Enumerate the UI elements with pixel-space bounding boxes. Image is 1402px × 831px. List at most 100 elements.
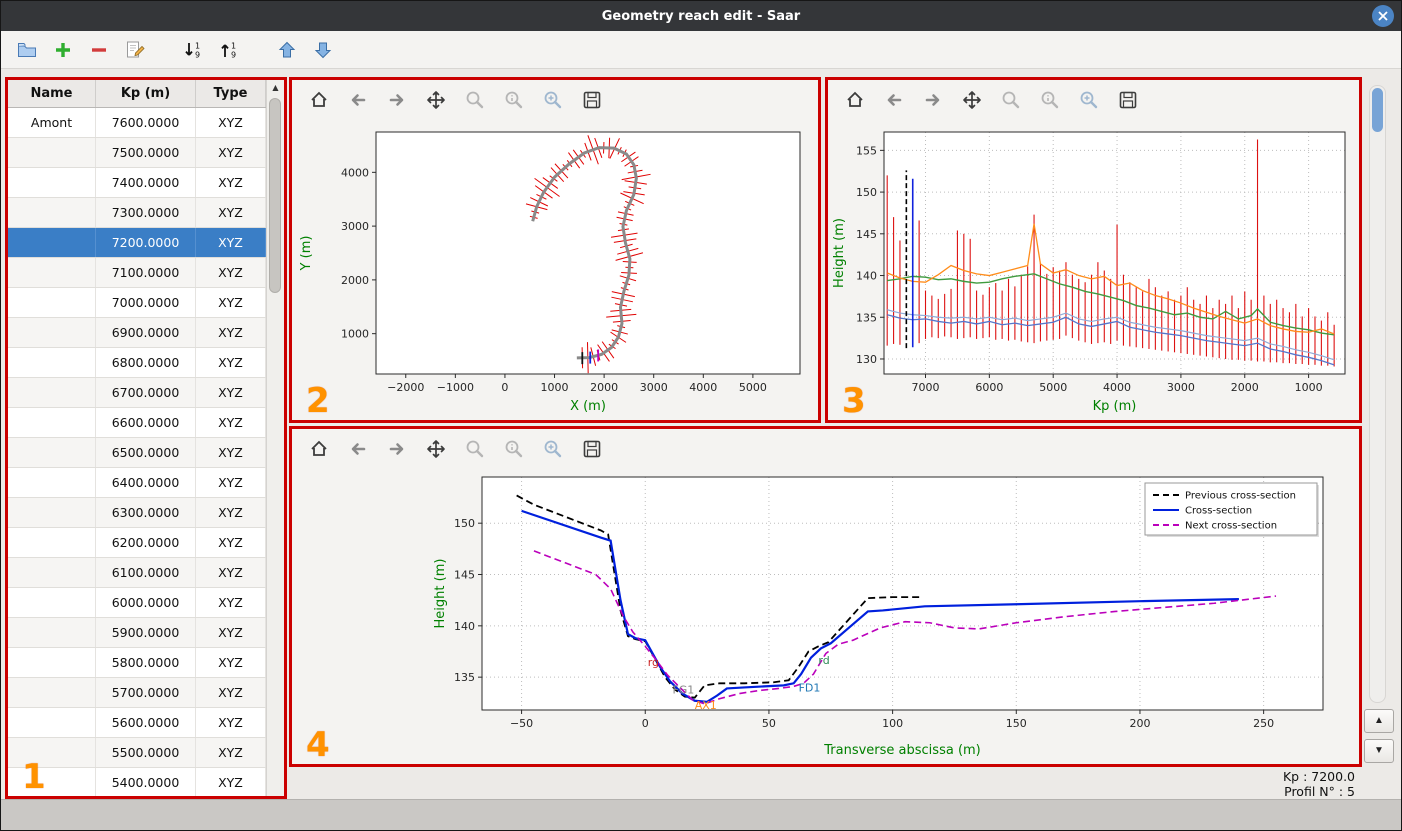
profile-up-button[interactable]: ▲ xyxy=(1364,709,1394,733)
open-button[interactable] xyxy=(13,36,41,64)
cell-kp[interactable]: 7100.0000 xyxy=(96,258,196,287)
table-row[interactable]: 6500.0000 XYZ xyxy=(8,438,266,468)
cell-kp[interactable]: 6100.0000 xyxy=(96,558,196,587)
table-scrollbar-thumb[interactable] xyxy=(269,98,281,293)
add-cross-section-button[interactable] xyxy=(49,36,77,64)
profile-down-button[interactable]: ▼ xyxy=(1364,739,1394,763)
save-button[interactable] xyxy=(577,434,607,464)
pan-button[interactable] xyxy=(957,85,987,115)
table-row[interactable]: 6600.0000 XYZ xyxy=(8,408,266,438)
column-header-type[interactable]: Type xyxy=(196,80,266,107)
back-button[interactable] xyxy=(343,85,373,115)
cell-type[interactable]: XYZ xyxy=(196,738,266,767)
forward-button[interactable] xyxy=(918,85,948,115)
move-down-button[interactable] xyxy=(309,36,337,64)
table-row[interactable]: 6900.0000 XYZ xyxy=(8,318,266,348)
cell-kp[interactable]: 6600.0000 xyxy=(96,408,196,437)
edit-button[interactable] xyxy=(121,36,149,64)
cell-kp[interactable]: 7500.0000 xyxy=(96,138,196,167)
table-row[interactable]: 5900.0000 XYZ xyxy=(8,618,266,648)
table-row[interactable]: 6800.0000 XYZ xyxy=(8,348,266,378)
cell-kp[interactable]: 7300.0000 xyxy=(96,198,196,227)
zoom-rect-button[interactable] xyxy=(538,85,568,115)
cell-name[interactable] xyxy=(8,438,96,467)
move-up-button[interactable] xyxy=(273,36,301,64)
cell-kp[interactable]: 6900.0000 xyxy=(96,318,196,347)
table-row[interactable]: 6000.0000 XYZ xyxy=(8,588,266,618)
table-row[interactable]: 6400.0000 XYZ xyxy=(8,468,266,498)
cross-section-chart[interactable]: −50 0 50 100 150 200 250 135 140 145 150 Transverse… xyxy=(292,469,1359,762)
cell-type[interactable]: XYZ xyxy=(196,558,266,587)
table-row[interactable]: Amont 7600.0000 XYZ xyxy=(8,108,266,138)
cell-kp[interactable]: 6300.0000 xyxy=(96,498,196,527)
cell-type[interactable]: XYZ xyxy=(196,288,266,317)
cell-type[interactable]: XYZ xyxy=(196,408,266,437)
cell-name[interactable] xyxy=(8,138,96,167)
subplots-button[interactable] xyxy=(499,434,529,464)
cell-type[interactable]: XYZ xyxy=(196,618,266,647)
table-row[interactable]: 7200.0000 XYZ xyxy=(8,228,266,258)
cell-type[interactable]: XYZ xyxy=(196,468,266,497)
table-row[interactable]: 7400.0000 XYZ xyxy=(8,168,266,198)
table-row[interactable]: 6300.0000 XYZ xyxy=(8,498,266,528)
home-button[interactable] xyxy=(840,85,870,115)
cell-name[interactable] xyxy=(8,558,96,587)
cell-kp[interactable]: 5600.0000 xyxy=(96,708,196,737)
table-row[interactable]: 6100.0000 XYZ xyxy=(8,558,266,588)
table-row[interactable]: 7100.0000 XYZ xyxy=(8,258,266,288)
table-scrollbar[interactable]: ▲ xyxy=(266,80,284,796)
back-button[interactable] xyxy=(343,434,373,464)
cell-name[interactable] xyxy=(8,588,96,617)
cell-kp[interactable]: 6500.0000 xyxy=(96,438,196,467)
cell-name[interactable] xyxy=(8,378,96,407)
cell-kp[interactable]: 6700.0000 xyxy=(96,378,196,407)
table-row[interactable]: 6200.0000 XYZ xyxy=(8,528,266,558)
pan-button[interactable] xyxy=(421,85,451,115)
cell-name[interactable] xyxy=(8,318,96,347)
forward-button[interactable] xyxy=(382,85,412,115)
table-row[interactable]: 5800.0000 XYZ xyxy=(8,648,266,678)
vertical-scrollbar[interactable] xyxy=(1369,85,1386,703)
cell-name[interactable] xyxy=(8,468,96,497)
table-row[interactable]: 7000.0000 XYZ xyxy=(8,288,266,318)
cell-type[interactable]: XYZ xyxy=(196,228,266,257)
cell-type[interactable]: XYZ xyxy=(196,348,266,377)
vertical-scrollbar-thumb[interactable] xyxy=(1372,88,1383,132)
sort-ascending-button[interactable]: 1 9 xyxy=(215,36,243,64)
cell-type[interactable]: XYZ xyxy=(196,498,266,527)
cell-type[interactable]: XYZ xyxy=(196,708,266,737)
sort-descending-button[interactable]: 1 9 xyxy=(179,36,207,64)
forward-button[interactable] xyxy=(382,434,412,464)
cell-kp[interactable]: 5800.0000 xyxy=(96,648,196,677)
table-row[interactable]: 7300.0000 XYZ xyxy=(8,198,266,228)
cell-type[interactable]: XYZ xyxy=(196,108,266,137)
cell-type[interactable]: XYZ xyxy=(196,768,266,796)
column-header-name[interactable]: Name xyxy=(8,80,96,107)
back-button[interactable] xyxy=(879,85,909,115)
cell-type[interactable]: XYZ xyxy=(196,678,266,707)
cell-type[interactable]: XYZ xyxy=(196,438,266,467)
plan-view-chart[interactable]: −2000 −1000 0 1000 2000 3000 4000 5000 1000 2000 3… xyxy=(292,120,818,418)
cell-name[interactable] xyxy=(8,528,96,557)
cell-type[interactable]: XYZ xyxy=(196,168,266,197)
cell-kp[interactable]: 6400.0000 xyxy=(96,468,196,497)
zoom-button[interactable] xyxy=(460,85,490,115)
cell-type[interactable]: XYZ xyxy=(196,138,266,167)
table-row[interactable]: 6700.0000 XYZ xyxy=(8,378,266,408)
cell-kp[interactable]: 7600.0000 xyxy=(96,108,196,137)
close-button[interactable] xyxy=(1372,5,1394,27)
cell-name[interactable] xyxy=(8,348,96,377)
cell-name[interactable] xyxy=(8,678,96,707)
cell-kp[interactable]: 7000.0000 xyxy=(96,288,196,317)
cell-name[interactable] xyxy=(8,708,96,737)
cell-type[interactable]: XYZ xyxy=(196,588,266,617)
cell-kp[interactable]: 5900.0000 xyxy=(96,618,196,647)
table-row[interactable]: 5700.0000 XYZ xyxy=(8,678,266,708)
scroll-up-icon[interactable]: ▲ xyxy=(267,80,284,96)
cell-type[interactable]: XYZ xyxy=(196,648,266,677)
zoom-rect-button[interactable] xyxy=(1074,85,1104,115)
cell-name[interactable] xyxy=(8,408,96,437)
cell-name[interactable] xyxy=(8,498,96,527)
cell-name[interactable] xyxy=(8,198,96,227)
cell-kp[interactable]: 6200.0000 xyxy=(96,528,196,557)
